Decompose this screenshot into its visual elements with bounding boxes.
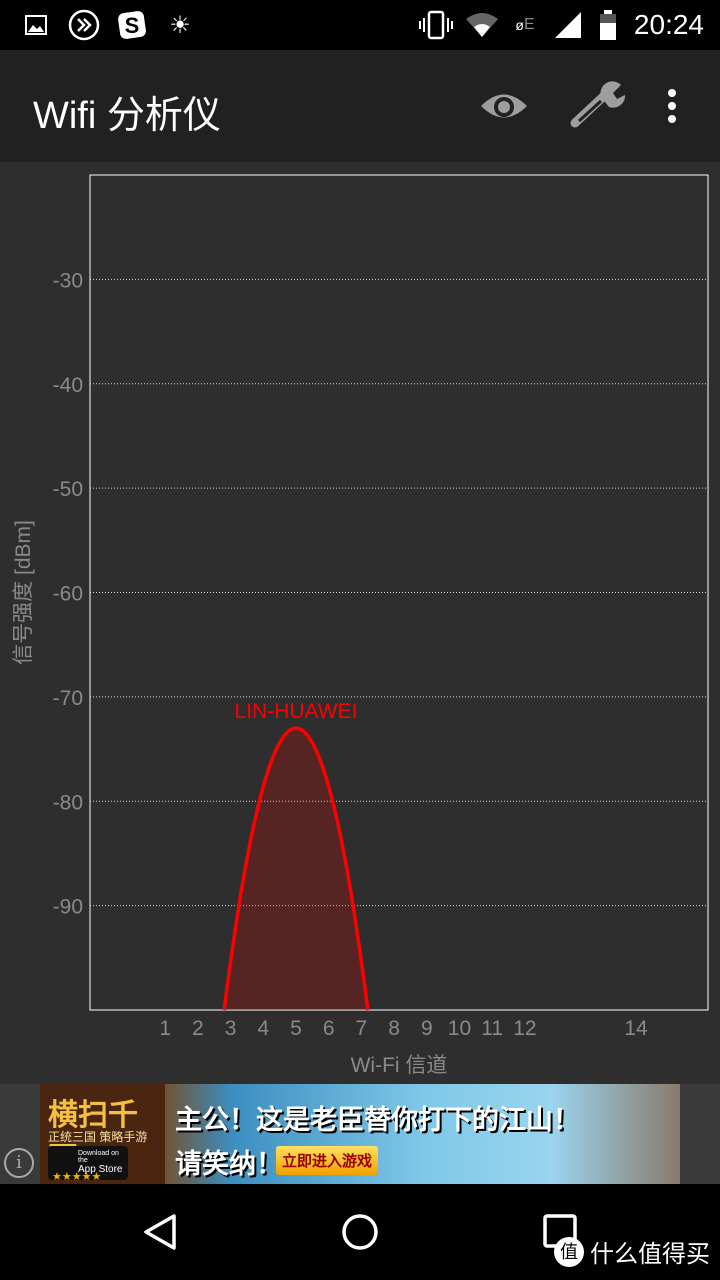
y-tick-label: -30 bbox=[53, 269, 83, 292]
home-icon[interactable] bbox=[341, 1212, 379, 1257]
eye-icon[interactable] bbox=[476, 80, 532, 132]
x-tick-label: 5 bbox=[290, 1017, 302, 1040]
nav-bar: 值什么值得买 bbox=[0, 1184, 720, 1280]
badge-top: Download on the bbox=[78, 1150, 119, 1164]
battery-icon bbox=[598, 10, 618, 40]
app-bar: Wifi 分析仪 bbox=[0, 50, 720, 162]
rating-stars: ★★★★★ bbox=[52, 1171, 102, 1183]
x-tick-label: 1 bbox=[159, 1017, 171, 1040]
x-tick-label: 7 bbox=[356, 1017, 368, 1040]
x-axis-label: Wi-Fi 信道 bbox=[351, 1054, 448, 1077]
status-bar: S ☀ øE 20:24 bbox=[0, 0, 720, 50]
x-tick-label: 14 bbox=[624, 1017, 648, 1040]
x-tick-label: 6 bbox=[323, 1017, 335, 1040]
watermark: 值什么值得买 bbox=[554, 1234, 710, 1269]
x-tick-label: 9 bbox=[421, 1017, 433, 1040]
x-tick-label: 8 bbox=[388, 1017, 400, 1040]
y-tick-label: -80 bbox=[53, 791, 83, 814]
brightness-icon: ☀ bbox=[169, 11, 191, 39]
ad-cta-button[interactable]: 立即进入游戏 bbox=[276, 1146, 379, 1175]
x-tick-label: 2 bbox=[192, 1017, 204, 1040]
vibrate-icon bbox=[418, 10, 454, 40]
svg-text:S: S bbox=[125, 13, 140, 38]
wrench-icon[interactable] bbox=[568, 80, 630, 132]
ad-banner[interactable]: i 横扫千军 正统三国 策略手游 Download on theApp Stor… bbox=[0, 1084, 720, 1184]
wifi-icon bbox=[464, 10, 500, 40]
x-tick-label: 12 bbox=[513, 1017, 536, 1040]
y-tick-label: -40 bbox=[53, 374, 83, 397]
sogou-s-icon: S bbox=[116, 10, 148, 40]
y-tick-label: -70 bbox=[53, 687, 83, 710]
x-tick-label: 4 bbox=[257, 1017, 269, 1040]
y-tick-label: -50 bbox=[53, 478, 83, 501]
cell-signal-icon bbox=[552, 10, 584, 40]
app-title: Wifi 分析仪 bbox=[33, 95, 221, 137]
signal-chart: -30-40-50-60-70-80-901 2 3 4 5 6 7 8 9 10 11 12 14Wi… bbox=[12, 174, 709, 1077]
y-axis-label: 信号强度 [dBm] bbox=[12, 520, 35, 665]
x-tick-label: 3 bbox=[225, 1017, 237, 1040]
ad-game-subtitle: 正统三国 策略手游 bbox=[48, 1130, 148, 1144]
ad-image[interactable]: 横扫千军 正统三国 策略手游 Download on theApp Store … bbox=[40, 1084, 680, 1184]
more-vert-icon[interactable] bbox=[656, 80, 688, 132]
image-icon bbox=[24, 10, 48, 40]
watermark-badge: 值 bbox=[554, 1236, 584, 1267]
clock: 20:24 bbox=[633, 9, 704, 40]
info-icon[interactable]: i bbox=[4, 1148, 34, 1178]
x-tick-label: 10 bbox=[448, 1017, 471, 1040]
data-e-icon: øE bbox=[515, 16, 535, 33]
y-tick-label: -60 bbox=[53, 583, 83, 606]
back-icon[interactable] bbox=[140, 1212, 180, 1257]
x-tick-label: 11 bbox=[481, 1017, 503, 1040]
ad-slogan-2: 请笑纳！ bbox=[175, 1149, 283, 1179]
ad-slogan-1: 主公！这是老臣替你打下的江山！ bbox=[175, 1105, 580, 1135]
y-tick-label: -90 bbox=[53, 896, 83, 919]
network-label: LIN-HUAWEI bbox=[235, 700, 358, 723]
watermark-text: 什么值得买 bbox=[590, 1241, 710, 1268]
forward-circle-icon bbox=[67, 9, 101, 41]
